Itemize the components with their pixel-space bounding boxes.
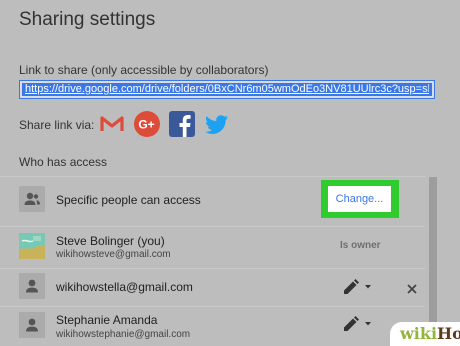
wikihow-watermark: wikiHow — [390, 322, 460, 346]
twitter-icon[interactable] — [204, 111, 230, 137]
dialog-title: Sharing settings — [19, 9, 156, 30]
person-email: wikihowstephanie@gmail.com — [56, 329, 191, 340]
gmail-icon[interactable] — [99, 111, 125, 137]
who-has-access-label: Who has access — [19, 155, 108, 169]
watermark-part1: wiki — [400, 324, 438, 343]
link-to-share-label: Link to share (only accessible by collab… — [19, 63, 269, 77]
people-icon — [19, 186, 45, 212]
scrollbar-thumb[interactable] — [429, 177, 437, 332]
share-link-via-label: Share link via: — [19, 118, 95, 132]
svg-text:G+: G+ — [138, 118, 154, 132]
person-email: wikihowsteve@gmail.com — [56, 249, 171, 260]
person-icon — [19, 312, 45, 338]
remove-user-icon[interactable] — [405, 282, 419, 296]
facebook-icon[interactable] — [169, 111, 195, 137]
edit-permission-dropdown[interactable] — [343, 316, 377, 332]
person-icon — [19, 273, 45, 299]
change-access-button[interactable]: Change... — [328, 186, 391, 212]
avatar — [19, 233, 45, 259]
owner-role-label: Is owner — [340, 240, 381, 251]
edit-permission-dropdown[interactable] — [343, 279, 377, 295]
person-name: Steve Bolinger (you) — [56, 234, 165, 248]
divider — [0, 306, 425, 307]
google-plus-icon[interactable]: G+ — [134, 111, 160, 137]
divider — [0, 268, 425, 269]
person-name: Stephanie Amanda — [56, 313, 158, 327]
divider — [0, 226, 425, 227]
share-link-input[interactable] — [22, 83, 432, 96]
access-mode-label: Specific people can access — [56, 193, 201, 207]
watermark-part2: How — [437, 324, 460, 343]
person-name: wikihowstella@gmail.com — [56, 280, 193, 294]
divider — [0, 176, 425, 177]
link-field-frame — [19, 80, 435, 99]
